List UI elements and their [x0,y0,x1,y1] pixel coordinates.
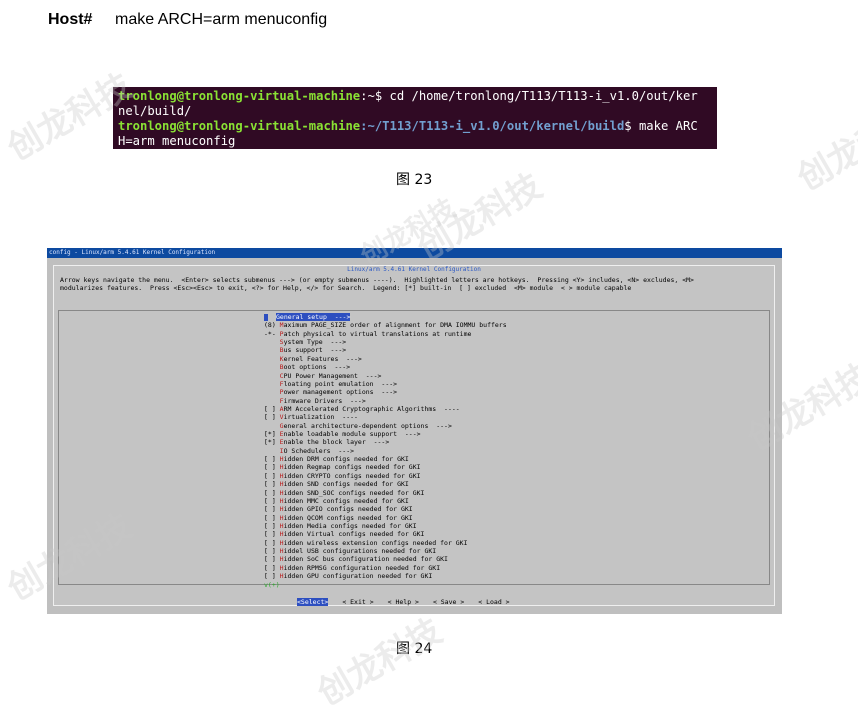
menu-item-label: [ ] Hidden SoC bus configuration needed … [264,555,448,564]
menu-item[interactable]: Floating point emulation ---> [264,380,507,388]
menu-items: General setup ---> (8) Maximum PAGE_SIZE … [264,313,507,589]
window-title: config - Linux/arm 5.4.61 Kernel Configu… [47,248,782,258]
menu-button[interactable]: < Help > [388,598,419,606]
cursor-icon [264,313,268,321]
terminal-line-2: nel/build/ [118,104,192,118]
host-command-line: Host# make ARCH=arm menuconfig [48,11,327,29]
terminal-prompt-path: :~/T113/T113-i_v1.0/out/kernel/build [360,119,625,133]
menu-item[interactable]: [ ] Hidden DRM configs needed for GKI [264,455,507,463]
menu-item[interactable]: [ ] Hidden Virtual configs needed for GK… [264,530,507,538]
menu-item-label: Bus support ---> [279,346,347,355]
menu-item[interactable]: [ ] ARM Accelerated Cryptographic Algori… [264,405,507,413]
figure-caption-23: 图 23 [396,172,433,188]
menuconfig-dialog: Linux/arm 5.4.61 Kernel Configuration Ar… [53,265,775,606]
menu-item[interactable]: [*] Enable loadable module support ---> [264,430,507,438]
menu-item[interactable]: [*] Enable the block layer ---> [264,438,507,446]
menu-item-label: Firmware Drivers ---> [279,396,366,405]
menu-button[interactable]: < Save > [433,598,464,606]
menu-button[interactable]: <Select> [297,598,329,606]
button-bar: <Select> < Exit > < Help > < Save > < Load > [297,598,524,606]
menu-list[interactable]: General setup ---> (8) Maximum PAGE_SIZE … [58,310,770,589]
terminal-command: :~$ cd /home/tronlong/T113/T113-i_v1.0/o… [360,89,698,103]
menu-item[interactable]: [ ] Hidden MMC configs needed for GKI [264,497,507,505]
menu-item-label: [ ] Hidden GPU configuration needed for … [264,572,433,581]
watermark: 创龙科技 [310,611,449,714]
menu-item[interactable]: General architecture-dependent options -… [264,422,507,430]
menu-item[interactable]: [ ] Hidden RPMSG configuration needed fo… [264,564,507,572]
menu-item-label: [ ] Hiddel USB configurations needed for… [264,547,437,556]
menu-item-label: [ ] Hidden QCOM configs needed for GKI [264,513,413,522]
menu-item[interactable]: [ ] Hidden SoC bus configuration needed … [264,555,507,563]
more-indicator: v(+) [264,580,280,589]
menu-item-label: [ ] Hidden Regmap configs needed for GKI [264,463,421,472]
menu-item[interactable]: [ ] Hidden Media configs needed for GKI [264,522,507,530]
menu-item[interactable]: General setup ---> [264,313,507,321]
menu-item-label: IO Schedulers ---> [279,446,355,455]
menu-item[interactable]: IO Schedulers ---> [264,447,507,455]
menu-item-label: [ ] Hidden RPMSG configuration needed fo… [264,563,441,572]
menu-button[interactable]: < Load > [478,598,509,606]
menu-item-label: Kernel Features ---> [279,354,362,363]
terminal-line-1: tronlong@tronlong-virtual-machine:~$ cd … [118,89,717,104]
menu-item[interactable]: [ ] Hidden GPIO configs needed for GKI [264,505,507,513]
menu-item-label: Floating point emulation ---> [279,379,398,388]
menu-item[interactable]: [ ] Hidden wireless extension configs ne… [264,539,507,547]
menu-item-label: -*- Patch physical to virtual translatio… [264,329,472,338]
watermark: 创龙科技 [790,96,858,199]
menu-item-label: System Type ---> [279,338,347,347]
menu-item[interactable]: -*- Patch physical to virtual translatio… [264,330,507,338]
menu-item[interactable]: (8) Maximum PAGE_SIZE order of alignment… [264,321,507,329]
menu-item[interactable]: CPU Power Management ---> [264,372,507,380]
terminal-line-3: tronlong@tronlong-virtual-machine:~/T113… [118,119,717,134]
host-label: Host# [48,11,93,28]
menu-item[interactable]: [ ] Hidden SND_SOC configs needed for GK… [264,489,507,497]
menu-item-label: [ ] Hidden CRYPTO configs needed for GKI [264,471,421,480]
menu-item-label: (8) Maximum PAGE_SIZE order of alignment… [264,321,507,330]
menu-item-label: [ ] Hidden Virtual configs needed for GK… [264,530,425,539]
menu-item-label: [ ] Hidden SND_SOC configs needed for GK… [264,488,425,497]
menu-item[interactable]: Boot options ---> [264,363,507,371]
menu-item-label: [ ] Hidden DRM configs needed for GKI [264,455,409,464]
menu-item[interactable]: [ ] Hidden CRYPTO configs needed for GKI [264,472,507,480]
figure-caption-24: 图 24 [396,641,433,657]
dialog-heading: Linux/arm 5.4.61 Kernel Configuration [347,266,481,273]
host-command: make ARCH=arm menuconfig [115,11,328,28]
menu-item-label: [*] Enable the block layer ---> [264,438,390,447]
menu-item-label: Boot options ---> [279,363,351,372]
menu-item-label: [ ] Hidden wireless extension configs ne… [264,538,468,547]
menu-item[interactable]: Bus support ---> [264,346,507,354]
menu-item-label: [ ] Hidden MMC configs needed for GKI [264,496,409,505]
menu-item-label: CPU Power Management ---> [279,371,382,380]
menu-item-label: General setup ---> [276,313,351,321]
menu-button[interactable]: < Exit > [342,598,373,606]
menu-item[interactable]: [ ] Hidden Regmap configs needed for GKI [264,463,507,471]
menu-item-label: [ ] Virtualization ---- [264,413,358,422]
menu-item-label: [ ] ARM Accelerated Cryptographic Algori… [264,404,460,413]
terminal-command: $ make ARC [624,119,698,133]
menu-item[interactable]: [ ] Hidden QCOM configs needed for GKI [264,514,507,522]
menu-item[interactable]: Power management options ---> [264,388,507,396]
menu-item[interactable]: Firmware Drivers ---> [264,397,507,405]
help-line-2: modularizes features. Press <Esc><Esc> t… [60,284,632,293]
menu-item-label: [ ] Hidden GPIO configs needed for GKI [264,505,413,514]
menu-item[interactable]: [ ] Hiddel USB configurations needed for… [264,547,507,555]
terminal-line-4: H=arm menuconfig [118,134,236,148]
terminal-prompt-user: tronlong@tronlong-virtual-machine [118,89,361,103]
menu-item[interactable]: System Type ---> [264,338,507,346]
menu-item[interactable]: [ ] Hidden GPU configuration needed for … [264,572,507,580]
terminal-prompt-user: tronlong@tronlong-virtual-machine [118,119,361,133]
help-line-1: Arrow keys navigate the menu. <Enter> se… [60,276,694,284]
menu-item[interactable]: [ ] Hidden SND configs needed for GKI [264,480,507,488]
menu-item-label: [ ] Hidden Media configs needed for GKI [264,521,417,530]
menu-item-label: [ ] Hidden SND configs needed for GKI [264,480,409,489]
menu-item-label: [*] Enable loadable module support ---> [264,430,421,439]
terminal-window: tronlong@tronlong-virtual-machine:~$ cd … [113,87,717,149]
menu-item-label: General architecture-dependent options -… [279,421,452,430]
menu-item-label: Power management options ---> [279,388,398,397]
menuconfig-screenshot: config - Linux/arm 5.4.61 Kernel Configu… [47,248,782,614]
help-text: Arrow keys navigate the menu. <Enter> se… [60,276,766,292]
menu-item[interactable]: Kernel Features ---> [264,355,507,363]
menu-item[interactable]: [ ] Virtualization ---- [264,413,507,421]
